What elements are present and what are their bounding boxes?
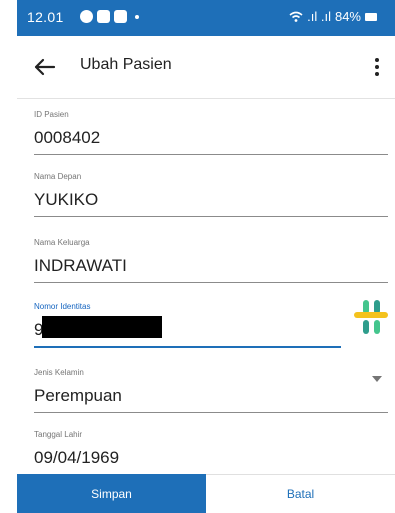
chat-icon xyxy=(80,10,93,23)
app-screen: 12.01 .ıl .ıl 84% Ubah Pasien ID Pasien … xyxy=(17,0,395,513)
more-options-icon[interactable] xyxy=(367,52,387,82)
birth-date-input[interactable]: 09/04/1969 xyxy=(34,448,388,475)
first-name-label: Nama Depan xyxy=(34,172,82,181)
status-right: .ıl .ıl 84% xyxy=(289,9,377,24)
family-name-input[interactable]: INDRAWATI xyxy=(34,256,388,283)
birth-date-field[interactable]: Tanggal Lahir 09/04/1969 xyxy=(34,430,388,475)
cancel-button[interactable]: Batal xyxy=(206,474,395,513)
birth-date-label: Tanggal Lahir xyxy=(34,430,83,439)
gender-label: Jenis Kelamin xyxy=(34,368,84,377)
gender-field[interactable]: Jenis Kelamin Perempuan xyxy=(34,368,388,413)
status-bar: 12.01 .ıl .ıl 84% xyxy=(17,0,395,36)
back-arrow-icon[interactable] xyxy=(29,52,59,82)
identity-number-input[interactable]: 9 004 xyxy=(34,316,341,348)
gender-select[interactable]: Perempuan xyxy=(34,386,388,413)
patient-id-field[interactable]: ID Pasien 0008402 xyxy=(34,110,388,155)
wifi-icon xyxy=(289,11,303,22)
status-notification-icons xyxy=(80,10,139,23)
family-name-label: Nama Keluarga xyxy=(34,238,90,247)
patient-id-label: ID Pasien xyxy=(34,110,69,119)
patient-id-value[interactable]: 0008402 xyxy=(34,128,388,155)
save-button[interactable]: Simpan xyxy=(17,474,206,513)
page-title: Ubah Pasien xyxy=(80,56,172,73)
identity-number-field[interactable]: Nomor Identitas 9 004 xyxy=(34,302,388,348)
app-toolbar: Ubah Pasien xyxy=(17,36,395,99)
status-time: 12.01 xyxy=(27,9,64,25)
first-name-input[interactable]: YUKIKO xyxy=(34,190,388,217)
family-name-field[interactable]: Nama Keluarga INDRAWATI xyxy=(34,238,388,283)
notification-dot-icon xyxy=(135,14,139,19)
battery-icon xyxy=(365,12,377,21)
action-bar: Simpan Batal xyxy=(17,474,395,513)
dropdown-arrow-icon[interactable] xyxy=(372,376,382,382)
redaction-bar xyxy=(42,316,162,338)
gallery-icon xyxy=(97,10,110,23)
first-name-field[interactable]: Nama Depan YUKIKO xyxy=(34,172,388,217)
identity-number-label: Nomor Identitas xyxy=(34,302,91,311)
signal-icon: .ıl .ıl xyxy=(307,9,331,24)
scan-card-icon[interactable] xyxy=(354,300,388,334)
shopping-icon xyxy=(114,10,127,23)
battery-percent: 84% xyxy=(334,9,361,24)
